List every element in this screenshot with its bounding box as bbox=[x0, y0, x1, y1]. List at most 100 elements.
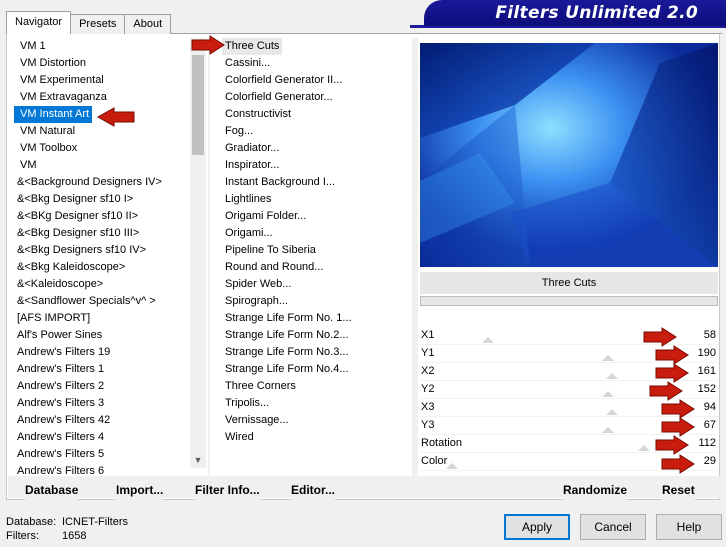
import-button[interactable]: Import... bbox=[116, 479, 164, 501]
filter-item[interactable]: Constructivist bbox=[222, 106, 397, 123]
param-value: 58 bbox=[703, 329, 716, 341]
category-list[interactable]: VM 1 VM Distortion VM Experimental VM Extra… bbox=[14, 38, 186, 480]
filter-item[interactable]: Strange Life Form No. 1... bbox=[222, 310, 397, 327]
filter-item[interactable]: Spider Web... bbox=[222, 276, 397, 293]
param-value: 161 bbox=[697, 365, 716, 377]
filter-item[interactable]: Cassini... bbox=[222, 55, 397, 72]
slider-knob[interactable] bbox=[602, 391, 614, 397]
category-item[interactable]: [AFS IMPORT] bbox=[14, 310, 186, 327]
filters-count: 1658 bbox=[62, 530, 87, 542]
category-item[interactable]: &<Background Designers IV> bbox=[14, 174, 186, 191]
tab-about[interactable]: About bbox=[124, 14, 172, 34]
slider-knob[interactable] bbox=[482, 337, 494, 343]
database-info: Database: ICNET-Filters Filters: 1658 bbox=[6, 515, 128, 543]
arrow-icon bbox=[96, 107, 135, 127]
category-item[interactable]: VM Experimental bbox=[14, 72, 186, 89]
filter-item[interactable]: Tripolis... bbox=[222, 395, 397, 412]
preview-divider bbox=[412, 38, 418, 498]
slider-knob[interactable] bbox=[602, 355, 614, 361]
filter-item[interactable]: Gradiator... bbox=[222, 140, 397, 157]
param-value: 29 bbox=[703, 455, 716, 467]
category-scrollbar[interactable]: ▲ ▼ bbox=[190, 38, 206, 468]
cancel-button[interactable]: Cancel bbox=[580, 514, 646, 540]
category-item[interactable]: Andrew's Filters 2 bbox=[14, 378, 186, 395]
filter-item[interactable]: Inspirator... bbox=[222, 157, 397, 174]
category-item[interactable]: VM Instant Art bbox=[14, 106, 93, 123]
param-value: 152 bbox=[697, 383, 716, 395]
scroll-down-icon[interactable]: ▼ bbox=[190, 452, 206, 468]
slider-knob[interactable] bbox=[606, 409, 618, 415]
editor-button[interactable]: Editor... bbox=[291, 479, 336, 501]
filter-list[interactable]: Three Cuts Cassini... Colorfield Generator… bbox=[222, 38, 397, 446]
filter-info-button[interactable]: Filter Info... bbox=[195, 479, 260, 501]
filter-item[interactable]: Vernissage... bbox=[222, 412, 397, 429]
arrow-icon bbox=[191, 35, 225, 55]
param-label: Y1 bbox=[421, 347, 435, 359]
randomize-button[interactable]: Randomize bbox=[563, 479, 628, 501]
database-value: ICNET-Filters bbox=[62, 516, 128, 528]
filter-item[interactable]: Strange Life Form No.4... bbox=[222, 361, 397, 378]
filter-item[interactable]: Wired bbox=[222, 429, 397, 446]
slider-knob[interactable] bbox=[602, 427, 614, 433]
category-item[interactable]: Alf's Power Sines bbox=[14, 327, 186, 344]
category-item[interactable]: Andrew's Filters 4 bbox=[14, 429, 186, 446]
category-item[interactable]: Andrew's Filters 5 bbox=[14, 446, 186, 463]
filter-item[interactable]: Lightlines bbox=[222, 191, 397, 208]
category-item[interactable]: VM Extravaganza bbox=[14, 89, 186, 106]
param-value: 112 bbox=[698, 437, 716, 449]
filter-item[interactable]: Pipeline To Siberia bbox=[222, 242, 397, 259]
tab-bar: Navigator Presets About bbox=[6, 11, 172, 34]
category-item[interactable]: &<Bkg Designers sf10 IV> bbox=[14, 242, 186, 259]
category-item[interactable]: &<Sandflower Specials^v^ > bbox=[14, 293, 186, 310]
param-label: X1 bbox=[421, 329, 435, 341]
arrow-icon bbox=[661, 417, 695, 437]
arrow-icon bbox=[661, 399, 695, 419]
slider-knob[interactable] bbox=[638, 445, 650, 451]
filter-item[interactable]: Origami... bbox=[222, 225, 397, 242]
filter-item[interactable]: Colorfield Generator... bbox=[222, 89, 397, 106]
param-value: 94 bbox=[703, 401, 716, 413]
category-item[interactable]: Andrew's Filters 19 bbox=[14, 344, 186, 361]
filters-label: Filters: bbox=[6, 530, 39, 542]
filter-item[interactable]: Colorfield Generator II... bbox=[222, 72, 397, 89]
banner-title: Filters Unlimited 2.0 bbox=[495, 3, 698, 23]
category-item[interactable]: Andrew's Filters 1 bbox=[14, 361, 186, 378]
filter-item[interactable]: Strange Life Form No.3... bbox=[222, 344, 397, 361]
category-item[interactable]: Andrew's Filters 42 bbox=[14, 412, 186, 429]
filter-item[interactable]: Three Corners bbox=[222, 378, 397, 395]
filter-item[interactable]: Strange Life Form No.2... bbox=[222, 327, 397, 344]
category-item[interactable]: Andrew's Filters 3 bbox=[14, 395, 186, 412]
param-value: 67 bbox=[703, 419, 716, 431]
category-item[interactable]: &<BKg Designer sf10 II> bbox=[14, 208, 186, 225]
arrow-icon bbox=[661, 454, 695, 474]
scrollbar-thumb[interactable] bbox=[192, 55, 204, 155]
filter-item[interactable]: Round and Round... bbox=[222, 259, 397, 276]
param-label: Color bbox=[421, 455, 448, 467]
category-item[interactable]: &<Kaleidoscope> bbox=[14, 276, 186, 293]
category-item[interactable]: VM Distortion bbox=[14, 55, 186, 72]
slider-knob[interactable] bbox=[446, 463, 458, 469]
filter-item[interactable]: Fog... bbox=[222, 123, 397, 140]
arrow-icon bbox=[655, 435, 689, 455]
category-item[interactable]: &<Bkg Kaleidoscope> bbox=[14, 259, 186, 276]
reset-button[interactable]: Reset bbox=[662, 479, 695, 501]
arrow-icon bbox=[643, 327, 677, 347]
help-button[interactable]: Help bbox=[656, 514, 722, 540]
slider-knob[interactable] bbox=[606, 373, 618, 379]
filter-item[interactable]: Three Cuts bbox=[222, 38, 283, 55]
tab-navigator[interactable]: Navigator bbox=[6, 11, 72, 34]
category-item[interactable]: VM bbox=[14, 157, 186, 174]
category-item[interactable]: VM 1 bbox=[14, 38, 186, 55]
category-item[interactable]: &<Bkg Designer sf10 III> bbox=[14, 225, 186, 242]
param-label: X2 bbox=[421, 365, 435, 377]
database-button[interactable]: Database bbox=[25, 479, 79, 501]
filter-item[interactable]: Instant Background I... bbox=[222, 174, 397, 191]
tab-presets[interactable]: Presets bbox=[70, 14, 126, 34]
filter-item[interactable]: Origami Folder... bbox=[222, 208, 397, 225]
param-label: Y2 bbox=[421, 383, 435, 395]
preview-image bbox=[420, 43, 718, 267]
filter-item[interactable]: Spirograph... bbox=[222, 293, 397, 310]
category-item[interactable]: &<Bkg Designer sf10 I> bbox=[14, 191, 186, 208]
category-item[interactable]: VM Toolbox bbox=[14, 140, 186, 157]
apply-button[interactable]: Apply bbox=[504, 514, 570, 540]
